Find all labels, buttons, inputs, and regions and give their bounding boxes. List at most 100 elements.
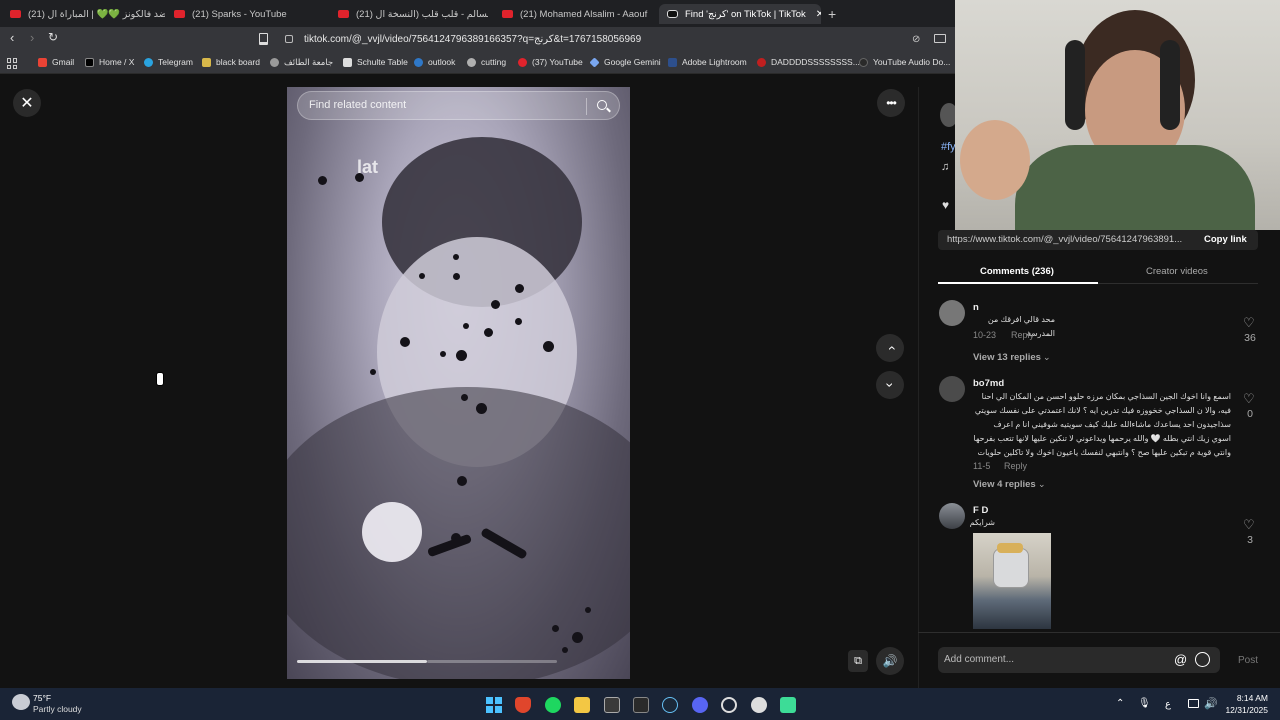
volume-icon[interactable]: 🔊: [1204, 697, 1218, 710]
app-icon[interactable]: [721, 697, 737, 713]
bookmark-label: Google Gemini: [604, 57, 661, 67]
like-icon[interactable]: ♡: [1243, 315, 1255, 331]
share-link-url[interactable]: https://www.tiktok.com/@_vvjl/video/7564…: [947, 234, 1182, 245]
browser-tab-active[interactable]: Find 'كرنج' on TikTok | TikTok ✕: [659, 4, 821, 24]
close-tab-icon[interactable]: ✕: [816, 9, 821, 20]
comment-date: 10-23: [973, 330, 997, 340]
comment-username[interactable]: F D: [973, 505, 988, 516]
more-options-icon[interactable]: •••: [877, 89, 905, 117]
copy-link-button[interactable]: Copy link: [1204, 234, 1247, 245]
weather-icon[interactable]: [12, 694, 30, 710]
tab-comments[interactable]: Comments (236): [980, 266, 1054, 277]
mention-icon[interactable]: @: [1174, 652, 1187, 667]
comment-image[interactable]: [973, 533, 1051, 629]
clock-date[interactable]: 12/31/2025: [1218, 705, 1268, 715]
reply-button[interactable]: Reply: [1004, 461, 1027, 471]
bookmark-label: DADDDDSSSSSSSS...: [771, 57, 860, 67]
video-player[interactable]: lat: [287, 87, 630, 679]
video-progress-track[interactable]: [427, 660, 557, 663]
apps-grid-icon[interactable]: [7, 58, 18, 69]
browser-tab[interactable]: باور ضد فالكونز 💚💚 | المباراة ال (21): [10, 4, 165, 24]
close-icon[interactable]: ✕: [13, 89, 41, 117]
brave-icon[interactable]: [515, 697, 531, 713]
bookmark-youtube[interactable]: (37) YouTube: [518, 57, 583, 67]
video-progress-bar[interactable]: [297, 660, 427, 663]
file-explorer-icon[interactable]: [574, 697, 590, 713]
video-search-box[interactable]: Find related content: [297, 91, 620, 120]
bookmark-dadddd[interactable]: DADDDDSSSSSSSS...: [757, 57, 860, 67]
like-icon[interactable]: ♡: [1243, 517, 1255, 533]
bookmark-gmail[interactable]: Gmail: [38, 57, 74, 67]
browser-tab[interactable]: (21) Sparks - YouTube: [174, 4, 324, 24]
discord-icon[interactable]: [692, 697, 708, 713]
emoji-icon[interactable]: [1195, 652, 1210, 667]
youtube-icon: [518, 57, 527, 67]
bookmark-telegram[interactable]: Telegram: [144, 57, 193, 67]
microphone-icon[interactable]: 🎙: [1138, 698, 1151, 709]
like-icon[interactable]: ♡: [1243, 391, 1255, 407]
reply-button[interactable]: Reply: [1011, 330, 1034, 340]
language-indicator[interactable]: ع: [1165, 699, 1171, 710]
volume-button[interactable]: 🔊: [876, 647, 904, 675]
comment-username[interactable]: bo7md: [973, 378, 1004, 389]
next-video-button[interactable]: ›: [876, 371, 904, 399]
bookmark-taif-university[interactable]: جامعة الطائف: [270, 57, 333, 68]
spotify-icon[interactable]: [545, 697, 561, 713]
hashtag-link[interactable]: #fy: [941, 141, 956, 153]
bookmark-label: Gmail: [52, 57, 75, 67]
music-icon[interactable]: ♫: [941, 161, 949, 173]
windows-start-icon[interactable]: [486, 697, 502, 713]
picture-in-picture-button[interactable]: ⧉: [848, 650, 868, 672]
site-info-icon[interactable]: [285, 35, 293, 43]
app-icon[interactable]: [604, 697, 620, 713]
bookmark-schulte-table[interactable]: Schulte Table: [343, 57, 408, 67]
browser-tab[interactable]: (21) Mohamed Alsalim - Aaouf El Dei: [502, 4, 650, 24]
weather-temp[interactable]: 75°F: [33, 693, 51, 703]
view-replies-button[interactable]: View 13 replies: [973, 352, 1041, 363]
url-field[interactable]: tiktok.com/@_vvjl/video/7564124796389166…: [304, 30, 641, 50]
heart-icon[interactable]: ♥: [942, 198, 949, 212]
browser-tab[interactable]: (21) محمد السالم - قلب قلب (النسخة ال: [338, 4, 488, 24]
active-tab-indicator: [938, 282, 1098, 284]
new-tab-button[interactable]: +: [828, 6, 836, 22]
tab-title: (21) Mohamed Alsalim - Aaouf El Dei: [520, 8, 650, 20]
bookmark-blackboard[interactable]: black board: [202, 57, 260, 67]
bookmark-icon[interactable]: [259, 33, 268, 45]
avatar[interactable]: [939, 376, 965, 402]
search-input[interactable]: Find related content: [309, 99, 406, 111]
tab-creator-videos[interactable]: Creator videos: [1146, 266, 1208, 277]
bookmark-lightroom[interactable]: Adobe Lightroom: [668, 57, 747, 67]
youtube-icon: [10, 10, 21, 18]
eye-off-icon[interactable]: ⊘: [912, 34, 920, 45]
epic-games-icon[interactable]: [633, 697, 649, 713]
bookmark-outlook[interactable]: outlook: [414, 57, 455, 67]
forward-icon[interactable]: ›: [30, 30, 34, 45]
avatar[interactable]: [939, 300, 965, 326]
bookmark-gemini[interactable]: Google Gemini: [589, 56, 661, 68]
outlook-icon: [414, 57, 423, 67]
chevron-up-icon[interactable]: ⌃: [1116, 698, 1124, 709]
headphones: [1160, 40, 1180, 130]
view-replies-button[interactable]: View 4 replies: [973, 479, 1036, 490]
search-icon-handle: [606, 107, 611, 113]
steam-icon[interactable]: [662, 697, 678, 713]
settings-icon[interactable]: [751, 697, 767, 713]
post-button[interactable]: Post: [1238, 655, 1258, 666]
bookmark-youtube-audio[interactable]: YouTube Audio Do...: [859, 57, 950, 67]
previous-video-button[interactable]: ›: [876, 334, 904, 362]
speaker-icon: 🔊: [882, 654, 898, 668]
app-icon[interactable]: [780, 697, 796, 713]
bookmark-x[interactable]: Home / X: [85, 57, 134, 67]
avatar[interactable]: [939, 503, 965, 529]
like-count: 36: [1244, 332, 1256, 344]
network-icon[interactable]: [1188, 699, 1199, 708]
tab-title: Find 'كرنج' on TikTok | TikTok: [685, 8, 806, 20]
back-icon[interactable]: ‹: [10, 30, 14, 45]
comment-username[interactable]: n: [973, 302, 979, 313]
reload-icon[interactable]: ↻: [48, 30, 58, 44]
add-comment-input[interactable]: Add comment... @: [938, 647, 1220, 673]
bookmark-cutting[interactable]: cutting: [467, 57, 506, 67]
cast-icon[interactable]: [934, 34, 946, 43]
clock-time[interactable]: 8:14 AM: [1226, 693, 1268, 703]
bookmark-label: Adobe Lightroom: [682, 57, 747, 67]
